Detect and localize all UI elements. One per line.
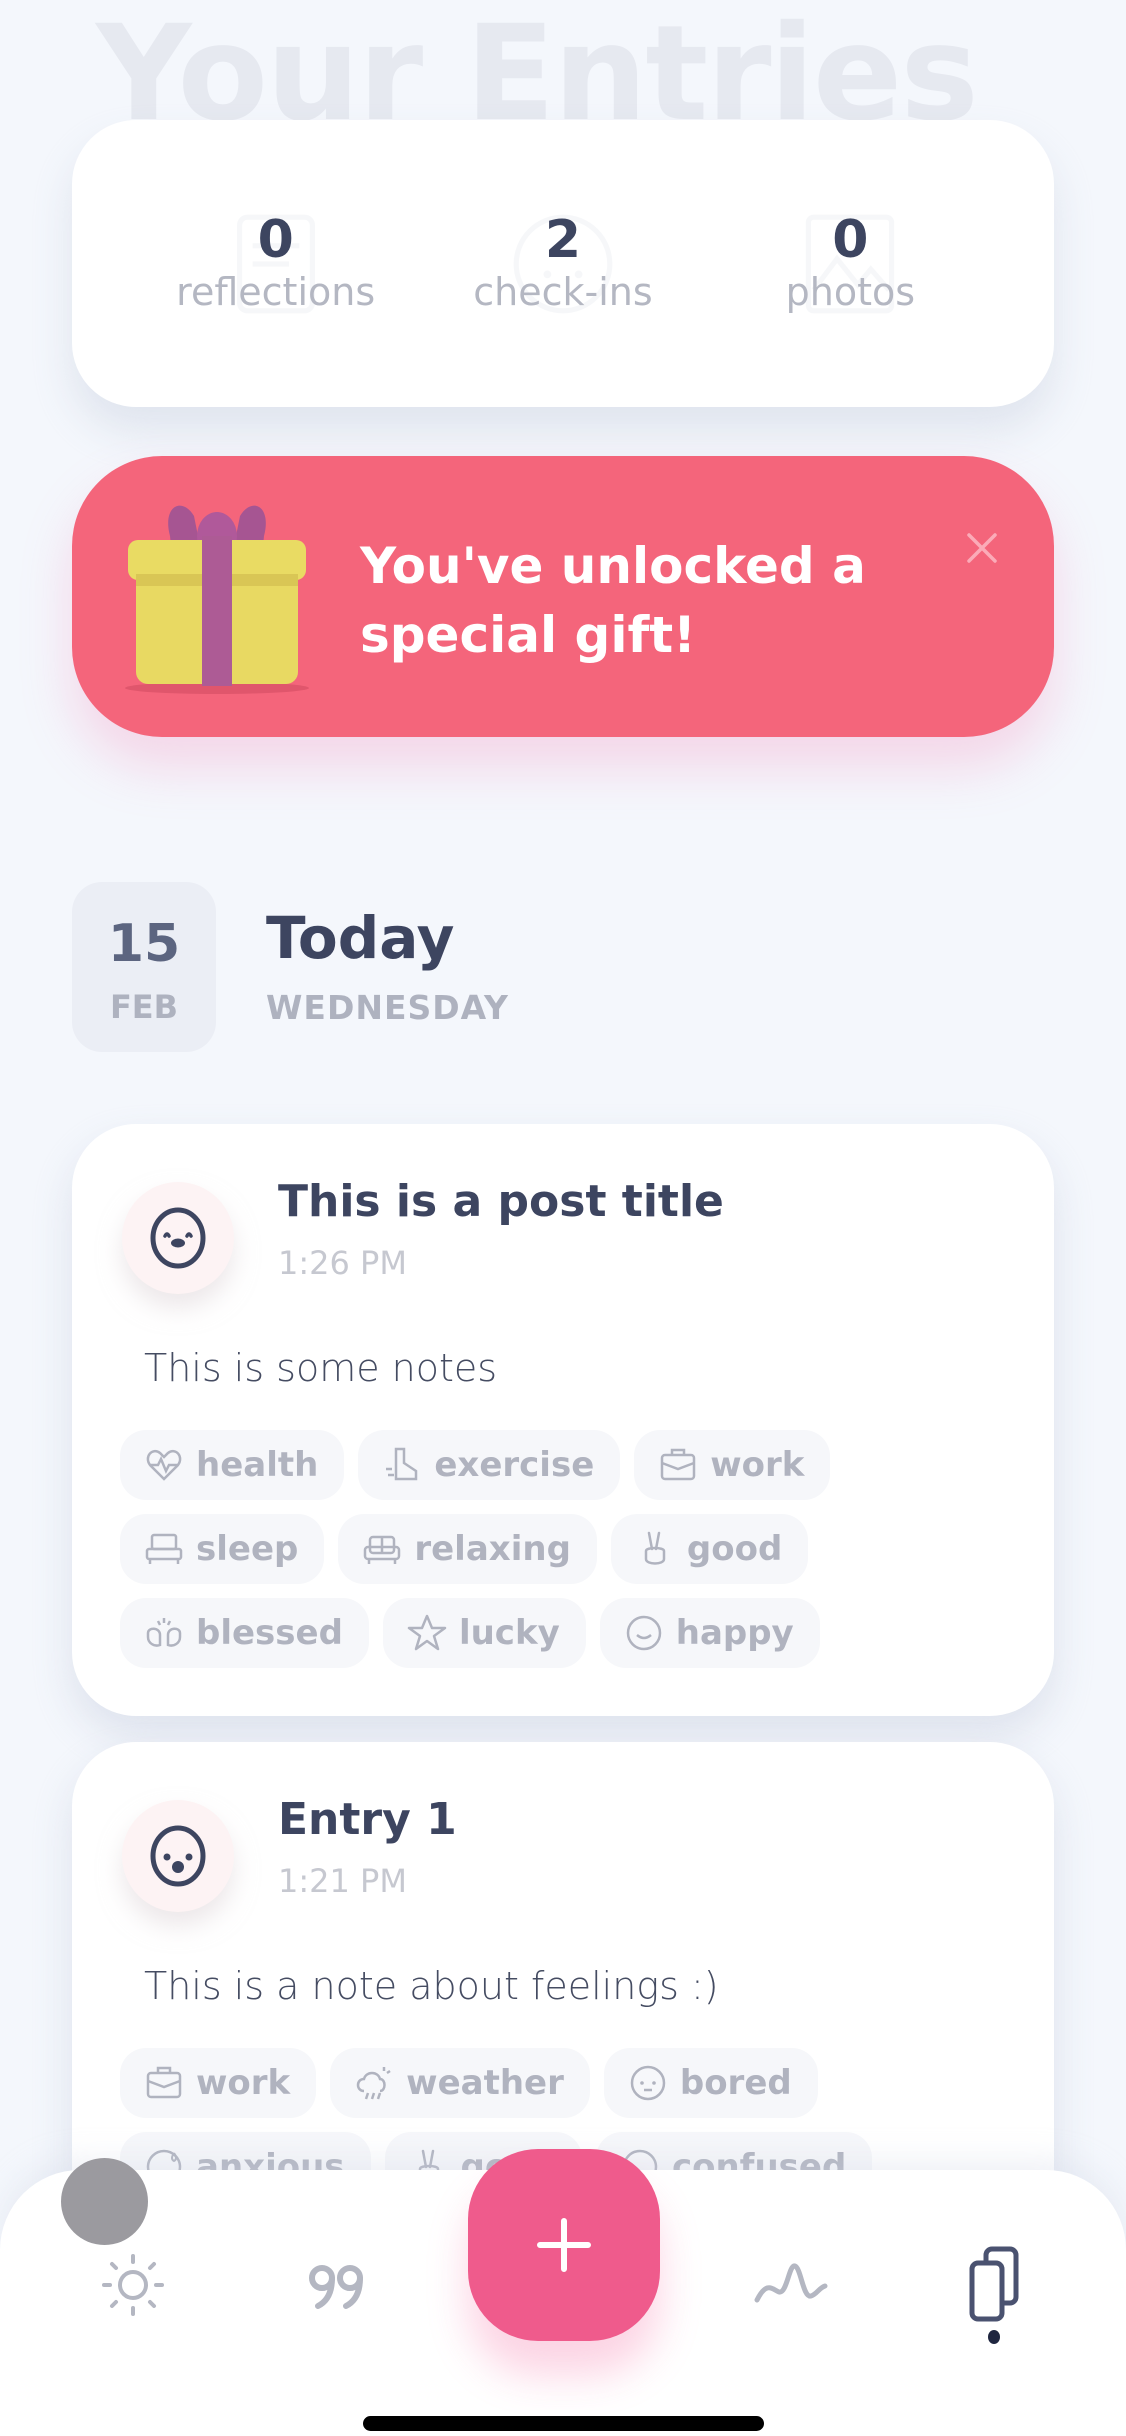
tag-label: exercise — [434, 1445, 595, 1485]
stat-reflections[interactable]: 0 reflections — [156, 213, 396, 314]
quote-icon — [309, 2265, 363, 2309]
laughing-face-icon — [150, 1207, 206, 1269]
tag-chip[interactable]: exercise — [358, 1430, 621, 1500]
tab-sun[interactable] — [88, 2240, 178, 2330]
date-title: Today — [266, 904, 455, 972]
gift-message: You've unlocked a special gift! — [360, 537, 866, 664]
entry-notes: This is some notes — [144, 1346, 498, 1390]
tag-list: health exercise work sleep relaxing good… — [120, 1430, 1020, 1668]
gift-banner[interactable]: You've unlocked a special gift! — [72, 456, 1054, 737]
tag-chip[interactable]: happy — [599, 1598, 820, 1668]
tag-label: work — [710, 1445, 805, 1485]
bed-icon — [145, 1533, 183, 1564]
close-button[interactable] — [952, 518, 1012, 578]
peace-hand-icon — [644, 1531, 666, 1565]
entry-time: 1:21 PM — [278, 1862, 407, 1900]
add-entry-button[interactable] — [468, 2149, 660, 2341]
tag-chip[interactable]: sleep — [120, 1514, 325, 1584]
date-weekday: WEDNESDAY — [266, 988, 509, 1027]
stat-value: 0 — [257, 210, 294, 271]
tag-chip[interactable]: good — [610, 1514, 809, 1584]
mood-badge — [122, 1182, 234, 1294]
tab-entries[interactable] — [950, 2240, 1040, 2330]
star-icon — [407, 1614, 447, 1651]
tag-label: bored — [679, 2063, 792, 2103]
stat-label: photos — [785, 269, 916, 314]
entry-notes: This is a note about feelings :) — [144, 1964, 719, 2008]
date-month: FEB — [109, 988, 179, 1026]
stat-value: 0 — [832, 210, 869, 271]
surprised-face-icon — [150, 1825, 206, 1887]
smile-icon — [626, 1615, 661, 1651]
stat-value: 2 — [544, 210, 582, 271]
tag-label: work — [196, 2063, 291, 2103]
close-icon — [967, 533, 997, 563]
tag-label: sleep — [196, 1529, 299, 1569]
entry-title: This is a post title — [278, 1176, 724, 1227]
tag-label: health — [196, 1445, 319, 1485]
entry-time: 1:26 PM — [278, 1244, 407, 1282]
tag-chip[interactable]: health — [120, 1430, 345, 1500]
stat-label: check-ins — [473, 269, 653, 314]
tab-quotes[interactable] — [290, 2240, 380, 2330]
entries-icon — [969, 2246, 1019, 2322]
date-day: 15 — [107, 914, 181, 974]
sun-icon — [102, 2254, 164, 2316]
briefcase-icon — [146, 2066, 182, 2099]
date-badge: 15 FEB — [72, 882, 216, 1052]
touch-indicator — [61, 2158, 148, 2245]
tag-label: lucky — [458, 1613, 560, 1653]
cloud-rain-icon — [356, 2067, 391, 2100]
tag-chip[interactable]: work — [120, 2048, 317, 2118]
briefcase-icon — [661, 1448, 696, 1481]
plus-icon — [537, 2218, 591, 2272]
bored-face-icon — [630, 2065, 666, 2101]
tag-label: weather — [406, 2063, 564, 2103]
tag-chip[interactable]: lucky — [382, 1598, 586, 1668]
heart-pulse-icon — [146, 1449, 182, 1481]
entry-title: Entry 1 — [278, 1794, 457, 1845]
stats-card: 0 reflections 2 check-ins 0 photos — [72, 120, 1054, 407]
stat-photos[interactable]: 0 photos — [730, 213, 970, 314]
tag-chip[interactable]: work — [634, 1430, 831, 1500]
tag-label: relaxing — [414, 1529, 571, 1569]
tag-chip[interactable]: relaxing — [338, 1514, 597, 1584]
gift-icon — [125, 505, 309, 694]
home-indicator[interactable] — [363, 2416, 764, 2431]
tag-label: happy — [675, 1613, 794, 1653]
active-tab-indicator — [988, 2330, 1000, 2344]
entry-card[interactable]: This is a post title 1:26 PM This is som… — [72, 1124, 1054, 1716]
raised-hands-icon — [146, 1618, 182, 1647]
sofa-icon — [364, 1535, 401, 1564]
tag-label: blessed — [196, 1613, 343, 1653]
stat-check-ins[interactable]: 2 check-ins — [443, 213, 683, 314]
tag-chip[interactable]: blessed — [120, 1598, 369, 1668]
mood-badge — [122, 1800, 234, 1912]
wave-icon — [754, 2263, 828, 2303]
tag-chip[interactable]: bored — [603, 2048, 818, 2118]
sneaker-icon — [386, 1447, 418, 1481]
tag-chip[interactable]: weather — [330, 2048, 590, 2118]
tab-insights[interactable] — [746, 2240, 836, 2330]
stat-label: reflections — [176, 269, 376, 314]
tag-label: good — [686, 1529, 783, 1569]
